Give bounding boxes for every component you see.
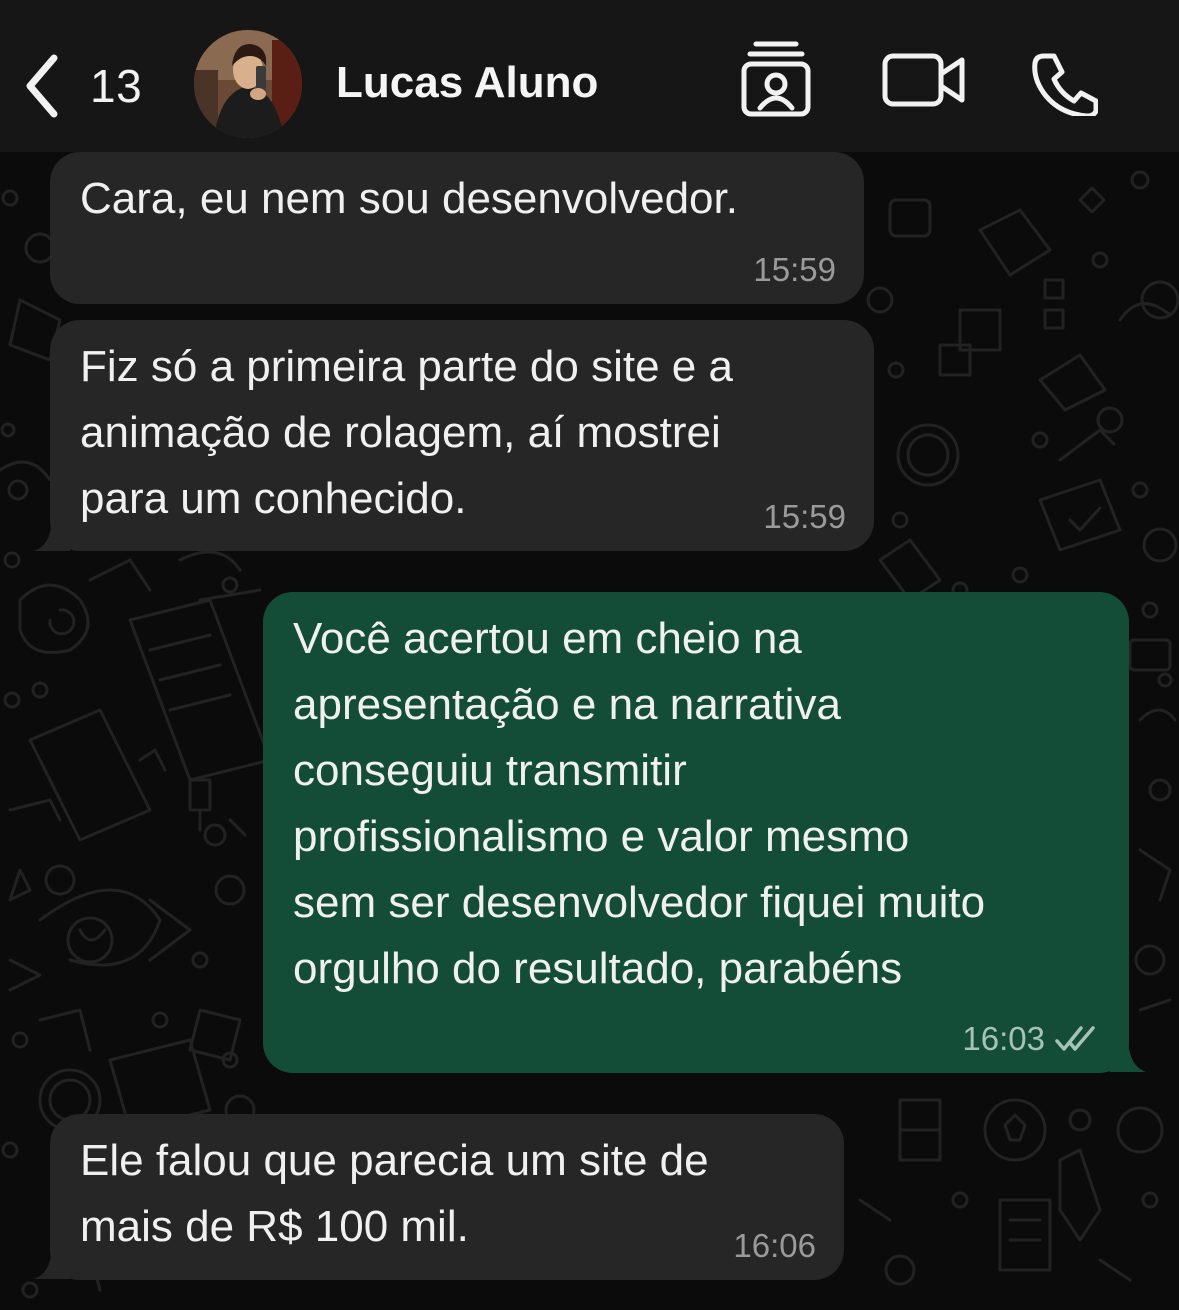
avatar[interactable]	[194, 30, 302, 138]
video-call-button[interactable]	[882, 52, 966, 108]
message-bubble-outgoing[interactable]: Você acertou em cheio na apresentação e …	[263, 592, 1129, 1073]
message-text: Fiz só a primeira parte do site e a anim…	[80, 342, 733, 523]
message-bubble-incoming[interactable]: Ele falou que parecia um site de mais de…	[50, 1114, 844, 1280]
read-double-check-icon	[1055, 1026, 1095, 1051]
chat-header: 13 Lucas Aluno	[0, 0, 1179, 152]
voice-call-button[interactable]	[1030, 52, 1098, 116]
message-time: 16:03	[962, 1020, 1045, 1057]
contact-card-button[interactable]	[738, 36, 814, 120]
contact-card-icon	[741, 41, 811, 117]
message-time: 16:06	[733, 1227, 816, 1264]
message-time: 15:59	[763, 498, 846, 535]
message-meta: 16:06	[733, 1226, 816, 1266]
chat-screen: 13 Lucas Aluno Cara, eu nem sou desenvol…	[0, 0, 1179, 1310]
message-meta: 15:59	[753, 250, 836, 290]
message-bubble-incoming[interactable]: Fiz só a primeira parte do site e a anim…	[50, 320, 874, 551]
back-button[interactable]: 13	[18, 48, 142, 124]
back-chevron-icon	[26, 54, 58, 118]
message-meta: 16:03	[962, 1019, 1101, 1059]
message-bubble-incoming[interactable]: Cara, eu nem sou desenvolvedor. 15:59	[50, 152, 864, 304]
message-time: 15:59	[753, 251, 836, 288]
message-text: Cara, eu nem sou desenvolvedor.	[80, 174, 738, 223]
contact-name[interactable]: Lucas Aluno	[336, 58, 598, 108]
unread-count: 13	[90, 60, 143, 112]
avatar-photo	[194, 30, 302, 138]
message-text: Você acertou em cheio na apresentação e …	[293, 614, 986, 993]
message-meta: 15:59	[763, 497, 846, 537]
phone-icon	[1032, 53, 1098, 116]
video-camera-icon	[882, 53, 965, 107]
message-text: Ele falou que parecia um site de mais de…	[80, 1136, 709, 1251]
